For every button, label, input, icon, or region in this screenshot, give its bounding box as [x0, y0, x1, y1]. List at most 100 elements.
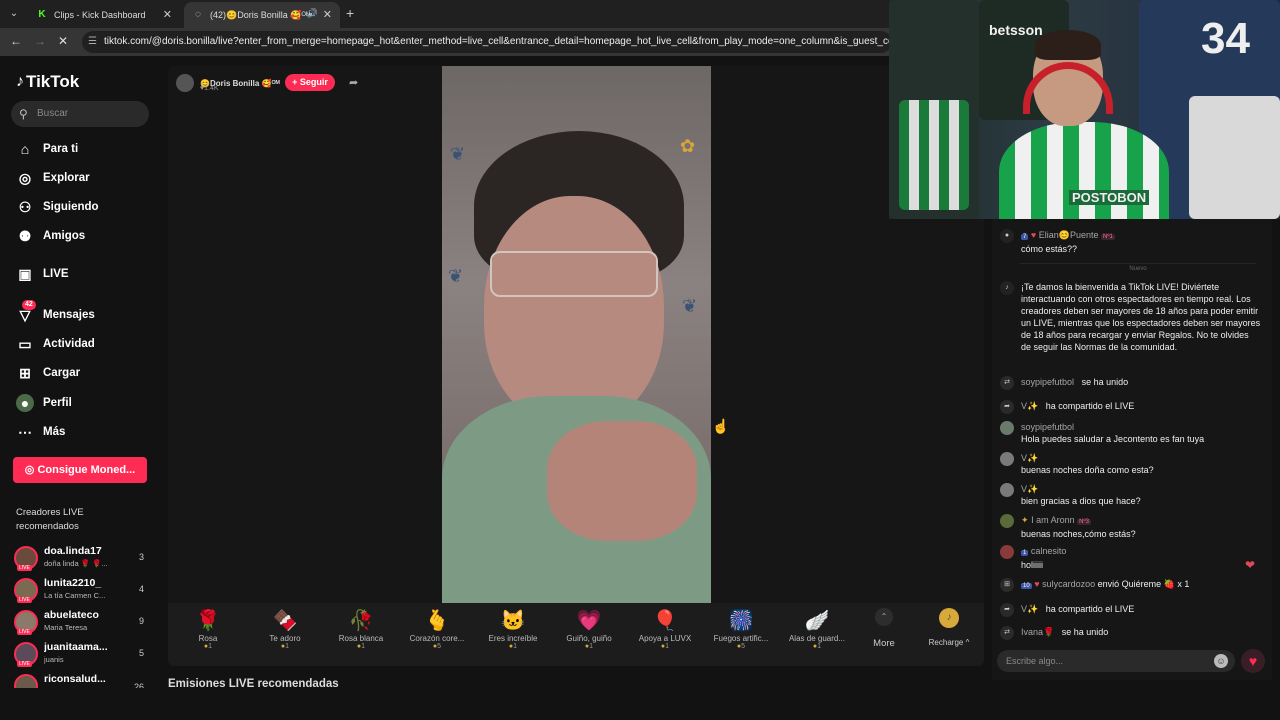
mouse-cursor: ☝: [712, 418, 730, 434]
chat-username[interactable]: sulycardozoo: [1042, 579, 1095, 589]
browser-tab-kick[interactable]: K Clips - Kick Dashboard ✕: [28, 2, 180, 28]
close-icon[interactable]: ✕: [163, 8, 172, 21]
gift-item[interactable]: 🐱 Eres increíble ●1: [475, 608, 551, 663]
creator-name: riconsalud...: [44, 673, 106, 685]
stop-loading-icon[interactable]: ✕: [58, 34, 68, 48]
tab-search-icon[interactable]: ⌄: [4, 4, 24, 24]
avatar: [14, 674, 38, 688]
recharge-button[interactable]: ♪ Recharge ^: [920, 608, 978, 647]
live-video[interactable]: ❦ ✿ ❦ ❦: [442, 66, 711, 603]
forward-arrow-icon[interactable]: →: [34, 34, 46, 48]
speaker-icon[interactable]: 🔊: [307, 8, 318, 19]
sidebar-item-actividad[interactable]: ▭ Actividad: [16, 334, 94, 354]
emoji-icon[interactable]: ☺: [1214, 654, 1228, 668]
gift-item[interactable]: 🎈 Apoya a LUVX ●1: [627, 608, 703, 663]
sidebar-item-para-ti[interactable]: ⌂ Para ti: [16, 139, 78, 159]
sidebar-item-siguiendo[interactable]: ⚇ Siguiendo: [16, 197, 99, 217]
gift-price-value: 1: [665, 643, 670, 650]
host-info[interactable]: 😊Doris Bonilla 🥰ᴼᴹ ♥1.4K: [176, 72, 280, 94]
floating-heart-icon: ❤: [1245, 558, 1256, 572]
gift-name: Rosa: [198, 634, 218, 643]
tiktok-logo[interactable]: ♪ TikTok: [16, 72, 79, 92]
sidebar-item-label: Explorar: [43, 172, 90, 184]
upload-icon: ⊞: [19, 365, 31, 381]
new-messages-divider: Nuevo: [1020, 263, 1256, 273]
chat-text: bien gracias a dios que hace?: [1021, 496, 1141, 506]
chat-username[interactable]: I am Aronn: [1031, 515, 1075, 525]
gift-icon: 🐱: [500, 610, 526, 632]
compass-icon: ◎: [18, 170, 32, 186]
gift-item[interactable]: 🎆 Fuegos artific... ●5: [703, 608, 779, 663]
gift-item[interactable]: 🥀 Rosa blanca ●1: [323, 608, 399, 663]
chat-username[interactable]: soypipefutbol: [1021, 422, 1074, 432]
chat-text: buenas noches doña como esta?: [1021, 465, 1154, 475]
chat-username[interactable]: V✨: [1021, 453, 1038, 463]
gift-price-value: 1: [361, 643, 366, 650]
join-icon: ⇄: [1000, 376, 1014, 390]
get-coins-button[interactable]: ◎ Consigue Moned...: [13, 457, 147, 483]
url-input[interactable]: ☰ tiktok.com/@doris.bonilla/live?enter_f…: [82, 31, 892, 53]
chat-text: Hola puedes saludar a Jecontento es fan …: [1021, 434, 1205, 444]
sidebar-item-explorar[interactable]: ◎ Explorar: [16, 168, 90, 188]
more-gifts-label: More: [873, 638, 895, 649]
creator-item[interactable]: LIVE abuelateco Maria Teresa 9: [14, 608, 154, 636]
gift-item[interactable]: 🍫 Te adoro ●1: [247, 608, 323, 663]
sidebar-item-perfil[interactable]: ● Perfil: [16, 393, 72, 413]
gift-icon: 🥀: [348, 610, 374, 632]
activity-icon: ▭: [18, 336, 32, 352]
share-icon: ➦: [1000, 400, 1014, 414]
chat-username[interactable]: V✨: [1021, 604, 1038, 614]
chat-input[interactable]: Escribe algo...: [997, 650, 1235, 672]
gift-item[interactable]: 🌹 Rosa ●1: [170, 608, 246, 663]
chevron-up-icon: ⌃: [875, 608, 893, 626]
chat-username[interactable]: Ivana🌹: [1021, 627, 1054, 637]
sidebar-item-mas[interactable]: ⋯ Más: [16, 422, 65, 442]
gift-icon: 🎆: [728, 610, 754, 632]
viewer-count: 26: [133, 682, 144, 688]
user-avatar: [1000, 452, 1014, 466]
gift-item[interactable]: 🪽 Alas de guard... ●1: [779, 608, 855, 663]
sidebar: ♪ TikTok ⚲ Buscar ⌂ Para ti ◎ Explorar ⚇…: [0, 56, 160, 720]
follow-button[interactable]: + Seguir: [285, 74, 335, 91]
creator-item[interactable]: LIVE juanitaama... juanis 5: [14, 640, 154, 668]
sidebar-item-cargar[interactable]: ⊞ Cargar: [16, 363, 80, 383]
gift-item[interactable]: 🫰 Corazón core... ●5: [399, 608, 475, 663]
browser-tab-tiktok[interactable]: ◌ (42)😊Doris Bonilla 🥰ᴼᴹ 🔊 ✕: [184, 2, 340, 28]
back-arrow-icon[interactable]: ←: [10, 34, 22, 48]
chat-username[interactable]: soypipefutbol: [1021, 377, 1074, 387]
creator-item[interactable]: riconsalud... 26: [14, 672, 154, 688]
rank-badge: Nº1: [1100, 234, 1115, 240]
creator-subtitle: Maria Teresa: [44, 623, 88, 632]
join-icon: ⇄: [1000, 626, 1014, 640]
user-avatar: [1000, 421, 1014, 435]
search-input[interactable]: ⚲ Buscar: [11, 101, 149, 127]
chat-text: se ha unido: [1061, 627, 1109, 637]
sidebar-item-amigos[interactable]: ⚉ Amigos: [16, 226, 85, 246]
host-avatar[interactable]: [176, 74, 194, 92]
user-avatar: [1000, 483, 1014, 497]
new-tab-button[interactable]: +: [346, 5, 354, 21]
share-icon[interactable]: ➦: [349, 76, 358, 89]
site-info-icon[interactable]: ☰: [88, 31, 97, 53]
sidebar-item-label: Más: [43, 426, 66, 438]
chat-username[interactable]: V✨: [1021, 401, 1038, 411]
more-gifts-button[interactable]: ⌃ More: [864, 608, 904, 649]
chat-username[interactable]: V✨: [1021, 484, 1038, 494]
close-icon[interactable]: ✕: [323, 8, 332, 21]
creator-item[interactable]: LIVE doa.linda17 doña linda 🌹 🌹... 3: [14, 544, 154, 572]
gift-item[interactable]: 💗 Guiño, guiño ●1: [551, 608, 627, 663]
gift-price-value: 1: [589, 643, 594, 650]
friends-icon: ⚉: [18, 228, 32, 244]
viewer-count: 9: [138, 616, 144, 626]
gift-name: Fuegos artific...: [713, 634, 769, 643]
gift-name: Apoya a LUVX: [638, 634, 692, 643]
creator-item[interactable]: LIVE lunita2210_ La tía Carmen C... 4: [14, 576, 154, 604]
chat-username[interactable]: calnesito: [1031, 546, 1067, 556]
sidebar-item-live[interactable]: ▣ LIVE: [16, 264, 68, 284]
gift-price-value: 5: [437, 643, 442, 650]
like-heart-button[interactable]: ♥: [1241, 649, 1265, 673]
fan-icon: ✦: [1021, 515, 1029, 525]
sidebar-item-mensajes[interactable]: ▽ 42 Mensajes: [16, 300, 95, 325]
chat-username[interactable]: Elian😊Puente: [1039, 230, 1099, 240]
level-badge: 1: [1021, 550, 1029, 556]
